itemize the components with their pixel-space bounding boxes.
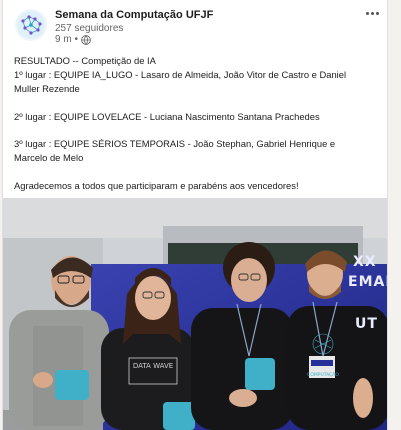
post-text-line: 1º lugar : EQUIPE IA_LUGO - Lasaro de Al… <box>14 68 347 80</box>
post-photo[interactable]: DATA WAVE COMPUTAÇÃO XX EMA UT <box>3 198 387 430</box>
author-name[interactable]: Semana da Computação UFJF <box>55 9 213 21</box>
more-options-icon <box>365 11 369 15</box>
banner-text-2: EMANA <box>348 274 387 290</box>
post-text-line: 2º lugar : EQUIPE LOVELACE - Luciana Nas… <box>14 110 320 122</box>
banner-text-3: UT <box>355 316 378 332</box>
post-meta: 9 m • <box>55 34 91 45</box>
group-photo-image: DATA WAVE COMPUTAÇÃO <box>3 198 387 430</box>
org-avatar[interactable] <box>15 9 47 41</box>
post-text-line: Marcelo de Melo <box>14 152 84 164</box>
post-body: RESULTADO -- Competição de IA 1º lugar :… <box>14 54 382 193</box>
brain-network-logo-icon <box>17 11 45 39</box>
more-options-button[interactable] <box>361 6 383 20</box>
post-text-line: 3º lugar : EQUIPE SÉRIOS TEMPORAIS - Joã… <box>14 138 336 150</box>
follower-count: 257 seguidores <box>55 23 124 34</box>
badge-text: COMPUTAÇÃO <box>307 371 339 378</box>
shirt-text: DATA WAVE <box>133 362 173 370</box>
post-text-line: Agradecemos a todos que participaram e p… <box>14 180 299 192</box>
banner-text-1: XX <box>353 254 377 270</box>
post-card: Semana da Computação UFJF 257 seguidores… <box>2 0 388 430</box>
post-text-line: RESULTADO -- Competição de IA <box>14 55 156 66</box>
post-time: 9 m • <box>55 34 78 45</box>
globe-icon <box>81 34 91 45</box>
post-text-line: Muller Rezende <box>14 82 80 94</box>
